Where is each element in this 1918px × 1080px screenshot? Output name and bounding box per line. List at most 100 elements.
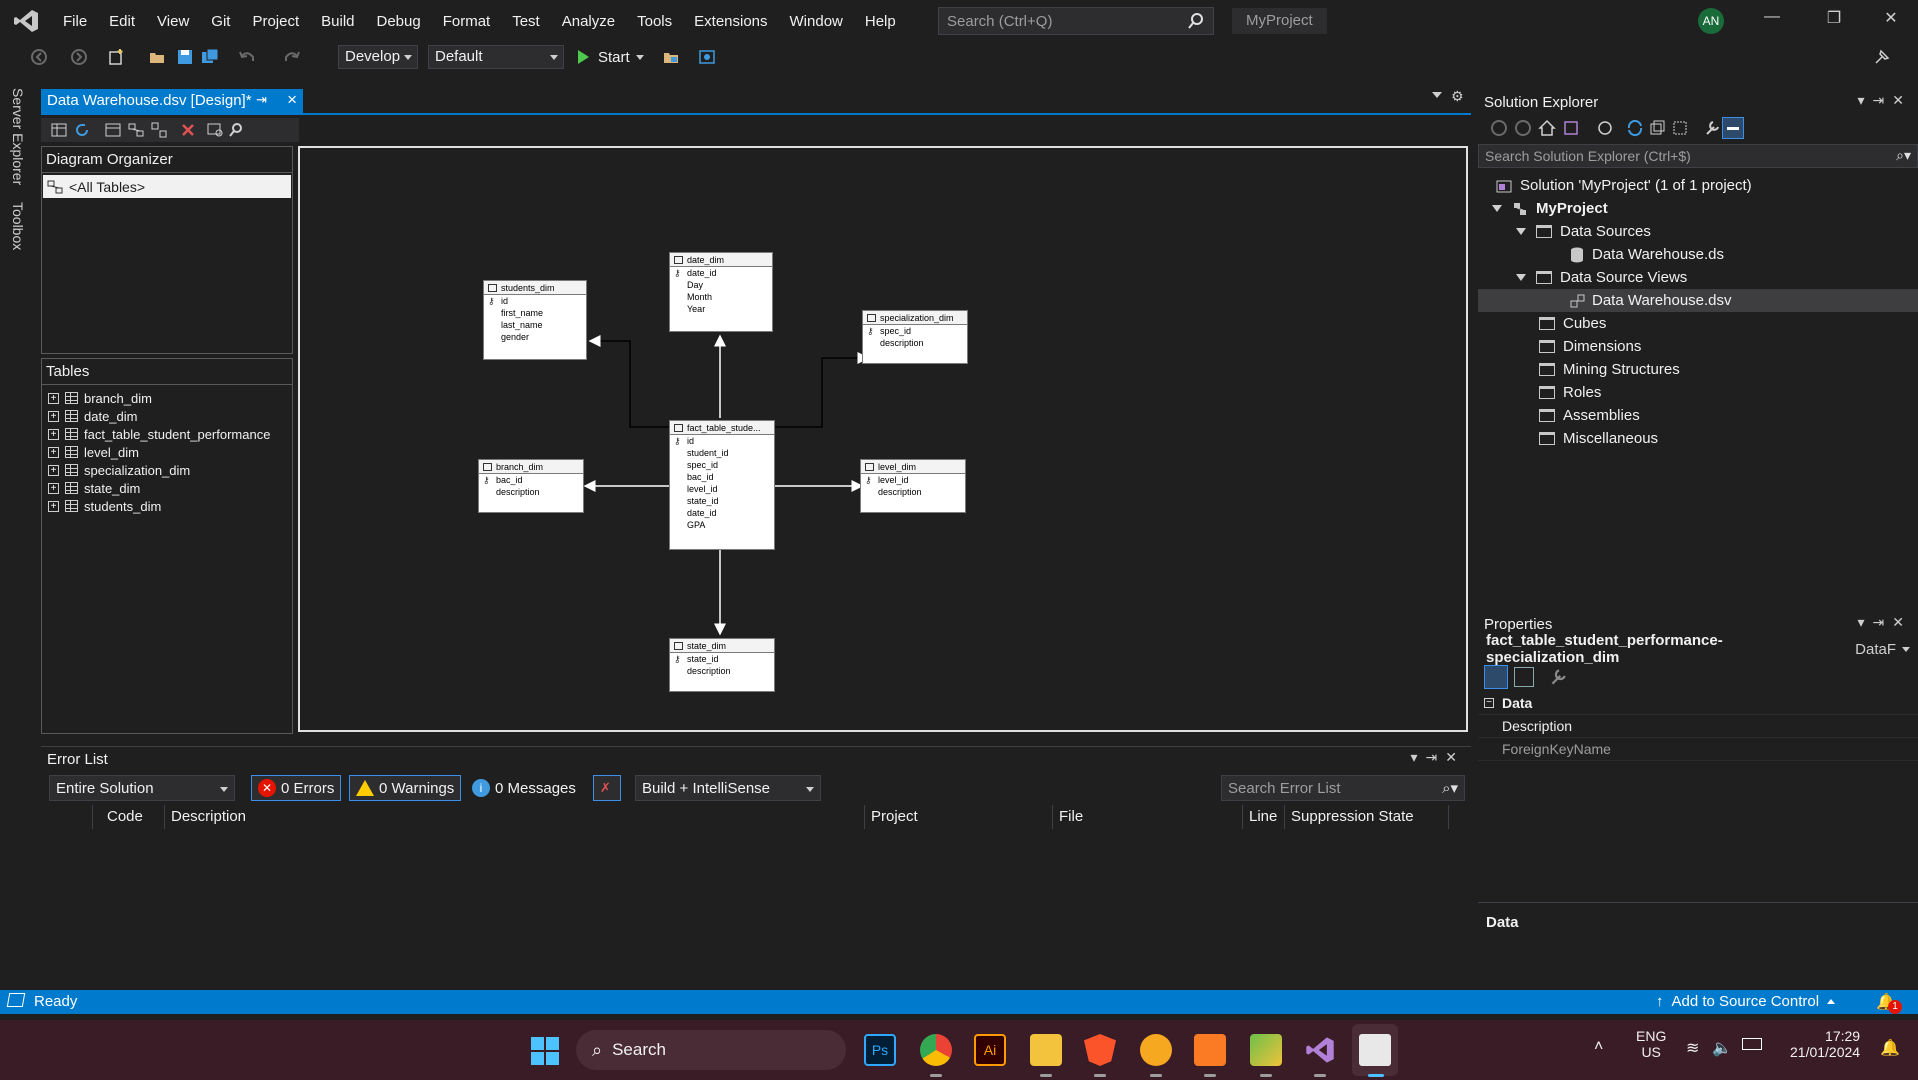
column-header-sort[interactable] (41, 805, 93, 829)
document-tab-dsv-design[interactable]: Data Warehouse.dsv [Design]* ⇥ × (41, 89, 303, 113)
column-header-line[interactable]: Line (1243, 805, 1285, 829)
table-item-level-dim[interactable]: + level_dim (42, 443, 292, 461)
expand-icon[interactable]: + (48, 392, 59, 404)
file-explorer-app-icon[interactable] (1030, 1034, 1062, 1066)
illustrator-app-icon[interactable]: Ai (974, 1034, 1006, 1066)
tree-dimensions[interactable]: Dimensions (1478, 335, 1918, 358)
expand-icon[interactable]: + (48, 446, 59, 458)
column-item[interactable]: GPA (670, 519, 774, 531)
navigate-forward-icon[interactable] (70, 48, 88, 66)
windows-start-icon[interactable] (530, 1036, 560, 1066)
column-header-suppression-state[interactable]: Suppression State (1285, 805, 1449, 829)
feedback-icon[interactable] (1873, 48, 1891, 66)
pending-changes-filter-icon[interactable] (1596, 119, 1614, 137)
column-item[interactable]: date_id (670, 267, 772, 279)
column-header-project[interactable]: Project (865, 805, 1053, 829)
menu-help[interactable]: Help (854, 13, 907, 30)
errors-filter-button[interactable]: ✕ 0 Errors (251, 775, 342, 801)
toolbox-tab[interactable]: Toolbox (10, 202, 26, 250)
properties-category-data[interactable]: − Data (1478, 692, 1918, 715)
expand-arrow-icon[interactable] (1516, 274, 1526, 281)
menu-debug[interactable]: Debug (366, 13, 432, 30)
new-project-icon[interactable] (107, 48, 125, 66)
categorized-icon[interactable] (1484, 665, 1508, 689)
column-header-file[interactable]: File (1053, 805, 1243, 829)
clock[interactable]: 17:29 21/01/2024 (1790, 1028, 1860, 1060)
explore-data-icon[interactable] (206, 121, 224, 139)
new-relationship-icon[interactable] (127, 121, 145, 139)
tab-list-chevron-icon[interactable] (1432, 92, 1442, 98)
diagram-table-fact-table[interactable]: fact_table_stude... id student_id spec_i… (669, 420, 775, 550)
new-named-query-icon[interactable] (104, 121, 122, 139)
chrome-app-icon[interactable] (920, 1034, 952, 1066)
messages-filter-button[interactable]: i 0 Messages (465, 775, 583, 801)
tree-assemblies[interactable]: Assemblies (1478, 404, 1918, 427)
column-item[interactable]: Day (670, 279, 772, 291)
diagram-table-students-dim[interactable]: students_dim id first_name last_name gen… (483, 280, 587, 360)
forward-icon[interactable] (1514, 119, 1532, 137)
column-item[interactable]: spec_id (863, 325, 967, 337)
column-item[interactable]: description (861, 486, 965, 498)
alphabetical-icon[interactable] (1514, 667, 1534, 687)
navigate-back-icon[interactable] (30, 48, 48, 66)
user-avatar[interactable]: AN (1698, 8, 1724, 34)
tree-dsv-file[interactable]: Data Warehouse.dsv (1478, 289, 1918, 312)
expand-icon[interactable]: + (48, 464, 59, 476)
open-in-browser-icon[interactable] (662, 48, 680, 66)
property-foreign-key-name[interactable]: ForeignKeyName (1478, 738, 1918, 761)
panel-window-controls[interactable]: ▾⇥✕ (1858, 614, 1913, 631)
xampp-app-icon[interactable] (1194, 1034, 1226, 1066)
properties-wrench-icon[interactable] (1703, 119, 1721, 137)
table-item-date-dim[interactable]: + date_dim (42, 407, 292, 425)
platform-dropdown[interactable]: Default (428, 45, 564, 69)
column-item[interactable]: last_name (484, 319, 586, 331)
table-item-students-dim[interactable]: + students_dim (42, 497, 292, 515)
menu-format[interactable]: Format (432, 13, 502, 30)
open-folder-icon[interactable] (148, 48, 166, 66)
active-app-highlight[interactable] (1352, 1024, 1398, 1076)
menu-view[interactable]: View (146, 13, 200, 30)
tree-roles[interactable]: Roles (1478, 381, 1918, 404)
column-item[interactable]: description (863, 337, 967, 349)
rel-fact-specialization[interactable] (768, 352, 870, 428)
tree-data-sources[interactable]: Data Sources (1478, 220, 1918, 243)
collapse-all-icon[interactable] (1648, 119, 1666, 137)
back-icon[interactable] (1490, 119, 1508, 137)
minimize-icon[interactable]: — (1757, 8, 1787, 34)
properties-object-selector[interactable]: fact_table_student_performance-specializ… (1478, 632, 1918, 666)
rel-fact-students[interactable] (588, 335, 670, 428)
column-item[interactable]: Month (670, 291, 772, 303)
wifi-icon[interactable]: ≋ (1686, 1038, 1699, 1058)
expand-arrow-icon[interactable] (1516, 228, 1526, 235)
battery-icon[interactable] (1742, 1038, 1762, 1050)
arrange-tables-icon[interactable] (150, 121, 168, 139)
solution-explorer-search-input[interactable]: Search Solution Explorer (Ctrl+$) ⌕▾ (1478, 144, 1918, 168)
save-all-icon[interactable] (201, 48, 219, 66)
menu-build[interactable]: Build (310, 13, 365, 30)
tool-app-icon[interactable] (1250, 1034, 1282, 1066)
notification-center-icon[interactable]: 🔔 (1880, 1038, 1900, 1058)
close-tab-icon[interactable]: × (287, 90, 297, 110)
column-item[interactable]: state_id (670, 653, 774, 665)
column-item[interactable]: description (479, 486, 583, 498)
tree-data-source-views[interactable]: Data Source Views (1478, 266, 1918, 289)
expand-icon[interactable]: + (48, 482, 59, 494)
panel-window-controls[interactable]: ▾⇥✕ (1411, 749, 1466, 766)
menu-project[interactable]: Project (241, 13, 310, 30)
redo-icon[interactable] (283, 48, 301, 66)
location-app-icon[interactable] (1140, 1034, 1172, 1066)
visual-studio-logo-icon[interactable] (12, 7, 40, 35)
menu-edit[interactable]: Edit (98, 13, 146, 30)
diagram-table-branch-dim[interactable]: branch_dim bac_id description (478, 459, 584, 513)
table-item-specialization-dim[interactable]: + specialization_dim (42, 461, 292, 479)
expand-arrow-icon[interactable] (1492, 205, 1502, 212)
diagram-table-date-dim[interactable]: date_dim date_id Day Month Year (669, 252, 773, 332)
global-search-input[interactable]: Search (Ctrl+Q) (938, 7, 1214, 35)
search-icon[interactable]: ⌕▾ (1896, 147, 1911, 164)
menu-extensions[interactable]: Extensions (683, 13, 778, 30)
property-description[interactable]: Description (1478, 715, 1918, 738)
add-table-icon[interactable] (50, 121, 68, 139)
column-item[interactable]: spec_id (670, 459, 774, 471)
collapse-icon[interactable]: − (1484, 698, 1494, 708)
show-all-files-icon[interactable] (1671, 119, 1689, 137)
